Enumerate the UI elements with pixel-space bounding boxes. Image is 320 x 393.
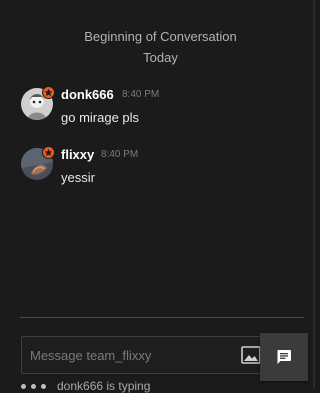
message-timestamp: 8:40 PM [101,149,139,160]
typing-dots-icon [21,384,51,390]
message-text: yessir [61,170,95,185]
message-username[interactable]: flixxy [61,147,94,163]
conversation-start-label: Beginning of Conversation [84,29,237,44]
message-input[interactable] [30,345,230,365]
message-timestamp: 8:40 PM [122,89,160,100]
star-badge-icon [42,86,55,99]
image-icon [241,346,261,364]
send-message-button[interactable] [260,333,308,381]
star-badge-icon [42,146,55,159]
composer-divider [20,317,304,318]
message-username[interactable]: donk666 [61,87,114,103]
conversation-header: Beginning of Conversation Today [0,26,320,68]
panel-right-border [313,0,315,389]
chat-panel: Beginning of Conversation Today donk666 … [0,0,313,393]
attach-image-button[interactable] [240,344,262,366]
message-item: flixxy 8:40 PM yessir [21,146,301,188]
conversation-date-label: Today [143,50,178,65]
message-composer [21,336,265,374]
chat-bubble-icon [277,350,291,364]
typing-indicator-text: donk666 is typing [57,379,151,393]
message-item: donk666 8:40 PM go mirage pls [21,86,301,128]
message-text: go mirage pls [61,110,140,125]
